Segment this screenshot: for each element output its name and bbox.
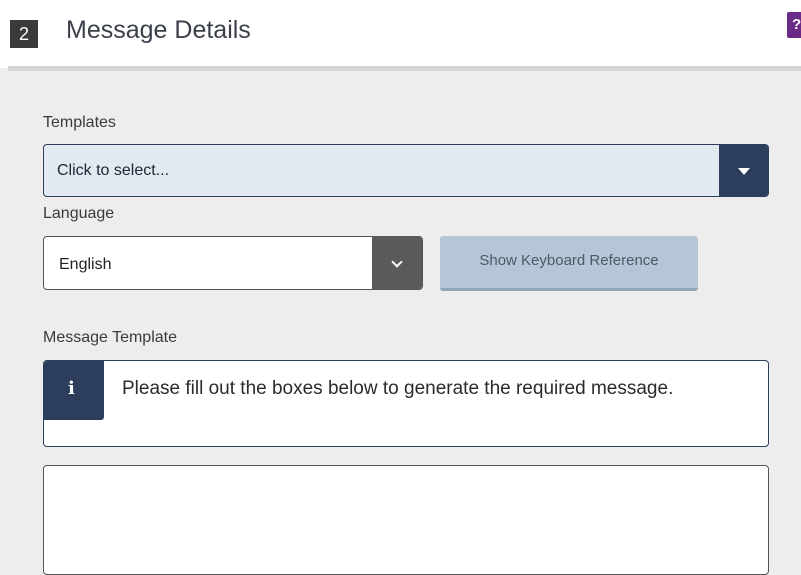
info-icon-tab: i [44, 361, 104, 420]
language-select[interactable]: English [43, 236, 423, 290]
chevron-down-icon [391, 256, 403, 268]
language-select-value: English [59, 256, 112, 273]
info-icon: i [68, 378, 75, 399]
help-icon[interactable]: ? [787, 12, 801, 38]
message-template-label: Message Template [43, 329, 177, 346]
templates-label: Templates [43, 114, 116, 131]
section-title: Message Details [66, 16, 251, 44]
section-header: 2 Message Details [0, 0, 801, 68]
templates-dropdown-button[interactable] [719, 145, 768, 196]
header-divider [8, 66, 801, 71]
language-dropdown-button[interactable] [372, 237, 422, 289]
info-message-text: Please fill out the boxes below to gener… [122, 378, 674, 399]
templates-select-value: Click to select... [57, 162, 170, 179]
step-number-badge: 2 [10, 20, 38, 48]
templates-select[interactable]: Click to select... [43, 144, 769, 197]
language-label: Language [43, 205, 115, 222]
info-message-box: i Please fill out the boxes below to gen… [43, 360, 769, 447]
show-keyboard-reference-button[interactable]: Show Keyboard Reference [440, 236, 698, 291]
caret-down-icon [738, 168, 750, 175]
message-body-textarea[interactable] [43, 465, 769, 575]
